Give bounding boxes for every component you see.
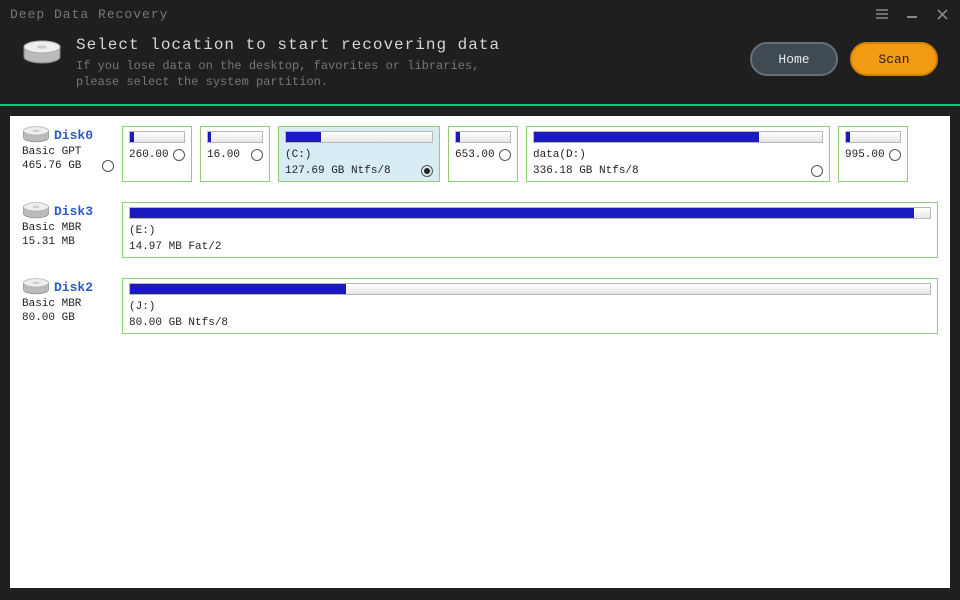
usage-bar — [129, 207, 931, 219]
usage-bar — [129, 283, 931, 295]
partition-info: 653.00 . — [455, 149, 495, 161]
partition[interactable]: 995.00 . — [838, 126, 908, 182]
partition-info: 260.00 . — [129, 149, 169, 161]
partition[interactable]: 260.00 . — [122, 126, 192, 182]
disk-size: 80.00 GB — [22, 312, 114, 324]
disk-label: Disk0 Basic GPT 465.76 GB — [22, 126, 114, 182]
partition-info: 80.00 GB Ntfs/8 — [129, 317, 228, 329]
disk-type: Basic GPT — [22, 146, 114, 158]
app-title: Deep Data Recovery — [10, 7, 874, 22]
disk-label: Disk2 Basic MBR 80.00 GB — [22, 278, 114, 334]
usage-bar — [207, 131, 263, 143]
partition-radio[interactable] — [173, 149, 185, 161]
disk-row: Disk0 Basic GPT 465.76 GB 260.00 . 16.00 M. (… — [22, 126, 938, 182]
drive-icon — [22, 40, 62, 70]
disk-type: Basic MBR — [22, 222, 114, 234]
disk-label: Disk3 Basic MBR 15.31 MB — [22, 202, 114, 258]
disk-name: Disk3 — [22, 202, 114, 220]
partition[interactable]: (E:) 14.97 MB Fat/2 — [122, 202, 938, 258]
partition-radio[interactable] — [421, 165, 433, 177]
partition[interactable]: data(D:) 336.18 GB Ntfs/8 — [526, 126, 830, 182]
partition-letter: (J:) — [129, 301, 931, 313]
partition-info: 995.00 . — [845, 149, 885, 161]
usage-bar — [285, 131, 433, 143]
disk-type: Basic MBR — [22, 298, 114, 310]
partition-info: 14.97 MB Fat/2 — [129, 241, 221, 253]
partition-info: 336.18 GB Ntfs/8 — [533, 165, 639, 177]
partition-letter: (C:) — [285, 149, 433, 161]
disk-name-text: Disk3 — [54, 204, 93, 219]
minimize-icon[interactable] — [904, 6, 920, 22]
partition-letter: data(D:) — [533, 149, 823, 161]
disk-radio[interactable] — [102, 160, 114, 172]
disk-name: Disk0 — [22, 126, 114, 144]
disk-name-text: Disk2 — [54, 280, 93, 295]
divider — [0, 104, 960, 106]
disk-list: Disk0 Basic GPT 465.76 GB 260.00 . 16.00 M. (… — [10, 116, 950, 588]
partition-radio[interactable] — [811, 165, 823, 177]
partition-radio[interactable] — [499, 149, 511, 161]
scan-button[interactable]: Scan — [850, 42, 938, 76]
partition-info: 16.00 M. — [207, 149, 247, 161]
page-subtitle: If you lose data on the desktop, favorit… — [76, 58, 736, 90]
close-icon[interactable] — [934, 6, 950, 22]
partition[interactable]: 653.00 . — [448, 126, 518, 182]
partition-radio[interactable] — [251, 149, 263, 161]
partition[interactable]: (C:) 127.69 GB Ntfs/8 — [278, 126, 440, 182]
partition-info: 127.69 GB Ntfs/8 — [285, 165, 391, 177]
disk-name-text: Disk0 — [54, 128, 93, 143]
partition-group: 260.00 . 16.00 M. (C:) 127.69 GB Ntfs/8 653.… — [122, 126, 938, 182]
usage-bar — [533, 131, 823, 143]
disk-size: 15.31 MB — [22, 236, 114, 248]
page-title: Select location to start recovering data — [76, 36, 736, 54]
partition[interactable]: 16.00 M. — [200, 126, 270, 182]
partition[interactable]: (J:) 80.00 GB Ntfs/8 — [122, 278, 938, 334]
disk-size: 465.76 GB — [22, 160, 114, 172]
usage-bar — [845, 131, 901, 143]
usage-bar — [129, 131, 185, 143]
partition-letter: (E:) — [129, 225, 931, 237]
usage-bar — [455, 131, 511, 143]
home-button[interactable]: Home — [750, 42, 838, 76]
partition-radio[interactable] — [889, 149, 901, 161]
disk-row: Disk3 Basic MBR 15.31 MB (E:) 14.97 MB Fat/2 — [22, 202, 938, 258]
disk-name: Disk2 — [22, 278, 114, 296]
menu-icon[interactable] — [874, 6, 890, 22]
partition-group: (E:) 14.97 MB Fat/2 — [122, 202, 938, 258]
disk-row: Disk2 Basic MBR 80.00 GB (J:) 80.00 GB Ntfs/… — [22, 278, 938, 334]
partition-group: (J:) 80.00 GB Ntfs/8 — [122, 278, 938, 334]
